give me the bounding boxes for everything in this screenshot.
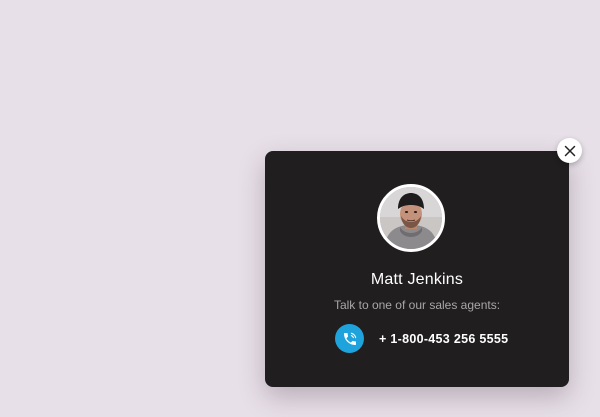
close-icon: [564, 145, 575, 156]
page: Matt Jenkins Talk to one of our sales ag…: [0, 0, 600, 417]
agent-name: Matt Jenkins: [370, 271, 464, 288]
agent-photo: [380, 187, 442, 249]
phone-row: + 1-800-453 256 5555: [335, 324, 508, 353]
agent-subtitle: Talk to one of our sales agents:: [333, 298, 501, 312]
agent-avatar: [377, 184, 445, 252]
phone-icon: [343, 332, 356, 345]
call-button[interactable]: [335, 324, 364, 353]
close-button[interactable]: [557, 138, 582, 163]
agent-contact-card: Matt Jenkins Talk to one of our sales ag…: [265, 151, 569, 387]
phone-number-link[interactable]: + 1-800-453 256 5555: [379, 332, 508, 346]
